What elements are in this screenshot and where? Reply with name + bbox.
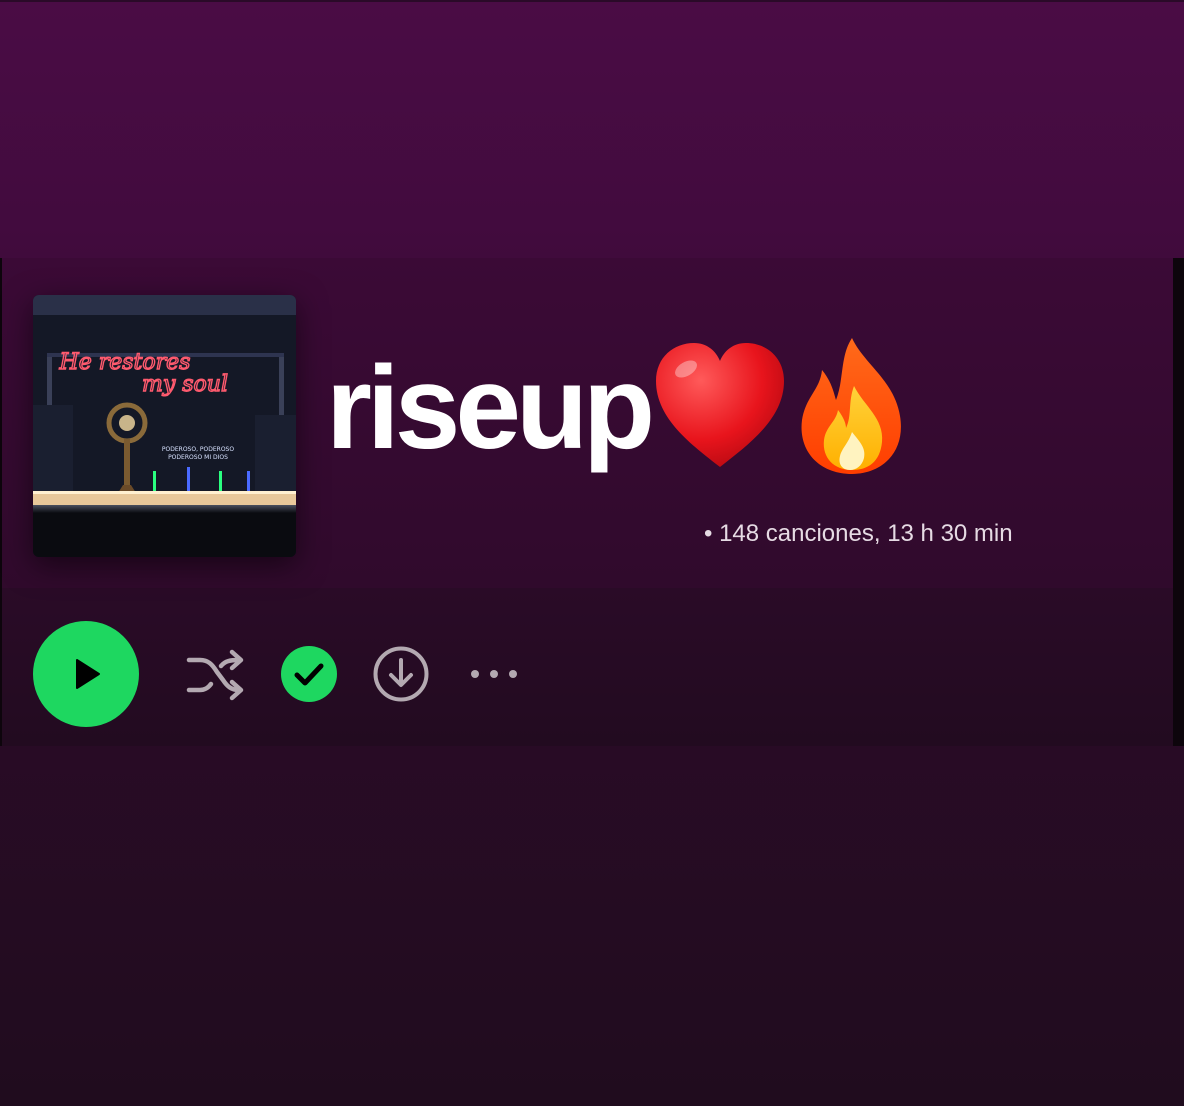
playlist-title-text: riseup (326, 342, 655, 474)
more-options-button[interactable] (468, 660, 522, 688)
cover-art-image: He restores my soul PODEROSO, PODEROSO P… (33, 295, 296, 557)
play-button[interactable] (33, 621, 139, 727)
frame-right-edge (1173, 258, 1184, 746)
top-edge (0, 0, 1184, 2)
playlist-page: He restores my soul PODEROSO, PODEROSO P… (0, 0, 1184, 1106)
play-icon (76, 659, 100, 689)
check-icon (281, 646, 337, 702)
cover-sign-line2: PODEROSO MI DIOS (168, 454, 228, 461)
download-button[interactable] (373, 646, 429, 702)
frame-left-edge (0, 258, 2, 746)
playlist-cover[interactable]: He restores my soul PODEROSO, PODEROSO P… (33, 295, 296, 557)
shuffle-icon (186, 649, 244, 701)
download-icon (373, 646, 429, 702)
heart-emoji-icon (652, 341, 788, 476)
playlist-title: riseup (326, 328, 914, 488)
fire-emoji-icon (790, 336, 914, 481)
more-icon (471, 670, 517, 678)
saved-to-library-button[interactable] (281, 646, 337, 702)
action-bar (2, 588, 1173, 746)
playlist-meta: • 148 canciones, 13 h 30 min (704, 520, 1013, 547)
cover-neon-line2: my soul (142, 372, 228, 397)
cover-sign-line1: PODEROSO, PODEROSO (162, 446, 234, 453)
shuffle-button[interactable] (186, 648, 246, 702)
